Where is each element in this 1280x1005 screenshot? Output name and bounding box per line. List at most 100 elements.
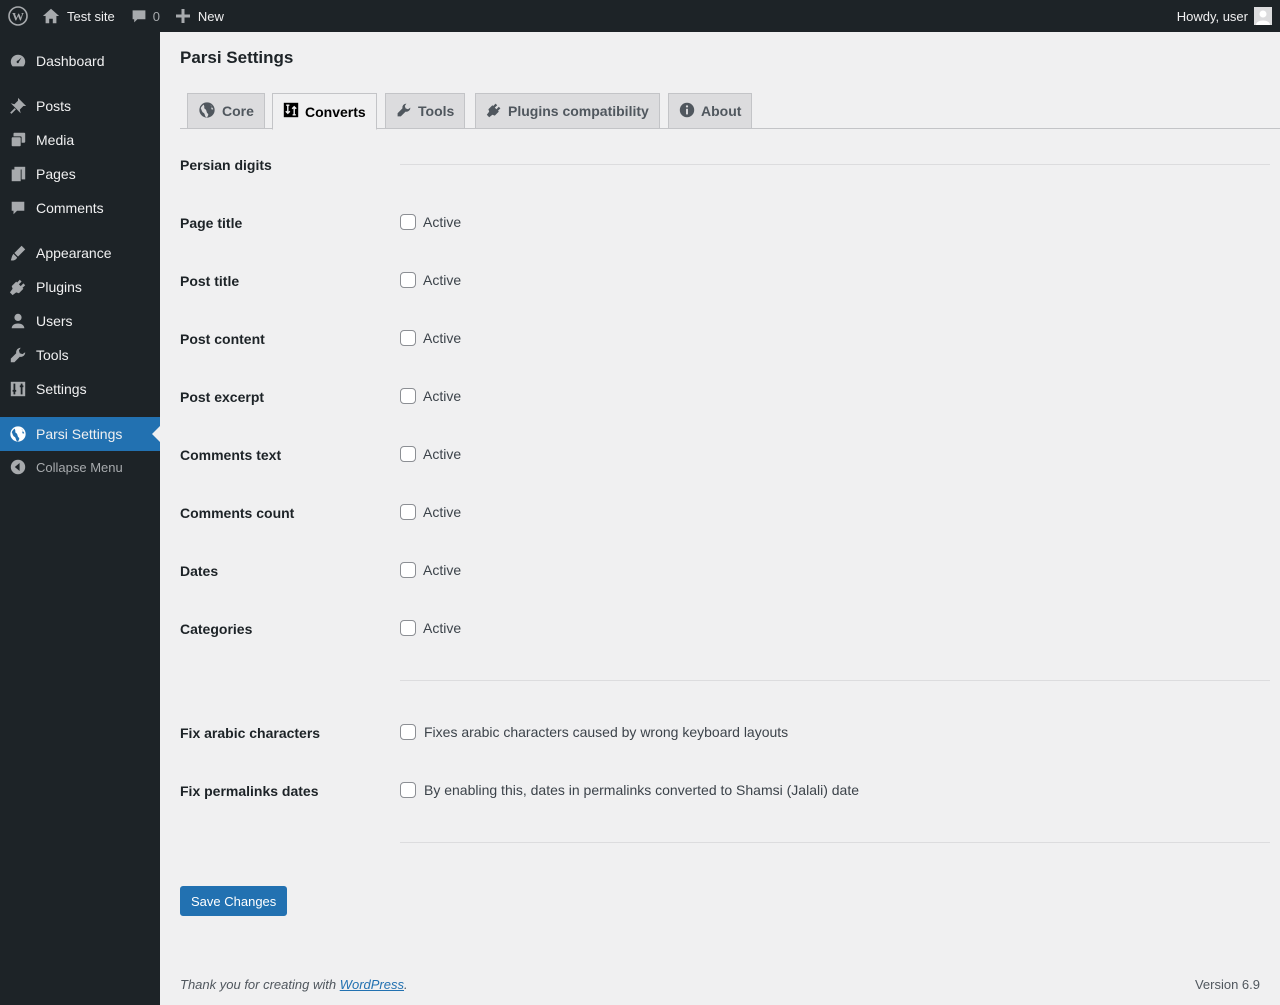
collapse-menu-label: Collapse Menu (36, 459, 123, 475)
wordpress-logo-menu[interactable]: W (0, 0, 36, 32)
comments-count-option[interactable]: Active (400, 504, 461, 520)
row-label: Page title (180, 215, 243, 231)
wordpress-logo-icon: W (8, 6, 28, 26)
fix-arabic-characters-option[interactable]: Fixes arabic characters caused by wrong … (400, 724, 788, 740)
page-title-option[interactable]: Active (400, 214, 461, 230)
avatar (1254, 7, 1272, 25)
globe-icon (0, 425, 36, 443)
sidebar-item-appearance[interactable]: Appearance (0, 236, 160, 270)
sort-icon (283, 102, 305, 121)
sidebar-item-label: Media (36, 132, 75, 148)
main-content: Parsi Settings Core Converts Tools Plugi… (160, 32, 1280, 1005)
option-label: Active (423, 214, 462, 230)
row-label: Dates (180, 563, 219, 579)
tab-about[interactable]: About (668, 93, 753, 129)
option-label: Active (423, 446, 462, 462)
post-content-option[interactable]: Active (400, 330, 461, 346)
comments-count: 0 (152, 8, 160, 24)
footer-thanks: Thank you for creating with WordPress. (180, 977, 408, 992)
comments-text-option[interactable]: Active (400, 446, 461, 462)
tab-plugins-compatibility[interactable]: Plugins compatibility (475, 93, 660, 129)
site-name-link[interactable]: Test site (36, 0, 123, 32)
footer-thanks-prefix: Thank you for creating with (180, 977, 340, 992)
post-content-checkbox[interactable] (400, 330, 416, 346)
tab-label: Tools (418, 103, 455, 119)
fix-permalinks-dates-option[interactable]: By enabling this, dates in permalinks co… (400, 782, 859, 798)
row-label: Post excerpt (180, 389, 265, 405)
page-title-checkbox[interactable] (400, 214, 416, 230)
post-excerpt-option[interactable]: Active (400, 388, 461, 404)
sidebar-item-parsi-settings[interactable]: Parsi Settings (0, 417, 160, 451)
dates-option[interactable]: Active (400, 562, 461, 578)
sidebar-item-label: Settings (36, 381, 87, 397)
my-account-menu[interactable]: Howdy, user (1169, 0, 1280, 32)
tab-label: Converts (305, 103, 366, 120)
fix-arabic-characters-checkbox[interactable] (400, 724, 416, 740)
sidebar-item-posts[interactable]: Posts (0, 89, 160, 123)
new-content-link[interactable]: New (168, 0, 232, 32)
option-label: Active (423, 272, 462, 288)
plug-icon (0, 278, 36, 296)
sidebar-item-label: Posts (36, 98, 72, 114)
tab-core[interactable]: Core (187, 93, 265, 129)
sidebar-item-pages[interactable]: Pages (0, 157, 160, 191)
post-title-option[interactable]: Active (400, 272, 461, 288)
tab-label: Plugins compatibility (508, 103, 649, 119)
brush-icon (0, 244, 36, 262)
sidebar-item-comments[interactable]: Comments (0, 191, 160, 225)
sidebar-item-users[interactable]: Users (0, 304, 160, 338)
sidebar-item-media[interactable]: Media (0, 123, 160, 157)
comment-icon (0, 199, 36, 217)
sidebar-item-dashboard[interactable]: Dashboard (0, 44, 160, 78)
new-label: New (197, 8, 224, 24)
option-label: Active (423, 504, 462, 520)
option-label: Active (423, 562, 462, 578)
categories-checkbox[interactable] (400, 620, 416, 636)
comments-text-checkbox[interactable] (400, 446, 416, 462)
media-icon (0, 131, 36, 149)
collapse-menu-button[interactable]: Collapse Menu (0, 450, 160, 484)
fix-permalinks-dates-checkbox[interactable] (400, 782, 416, 798)
comment-bubble-icon (131, 8, 147, 24)
categories-option[interactable]: Active (400, 620, 461, 636)
globe-icon (198, 101, 222, 122)
howdy-text: Howdy, user (1176, 8, 1248, 24)
post-title-checkbox[interactable] (400, 272, 416, 288)
row-label: Fix arabic characters (180, 725, 321, 741)
sidebar-item-label: Tools (36, 347, 69, 363)
comments-count-checkbox[interactable] (400, 504, 416, 520)
section-title: Persian digits (180, 157, 272, 173)
section-divider (400, 164, 1270, 165)
svg-text:W: W (12, 10, 24, 24)
plug-icon (486, 102, 508, 121)
pages-icon (0, 165, 36, 183)
sidebar-item-settings[interactable]: Settings (0, 372, 160, 406)
comments-link[interactable]: 0 (123, 0, 168, 32)
sidebar-item-label: Dashboard (36, 53, 105, 69)
row-label: Comments text (180, 447, 282, 463)
user-icon (0, 312, 36, 330)
post-excerpt-checkbox[interactable] (400, 388, 416, 404)
sidebar-item-label: Users (36, 313, 73, 329)
row-label: Comments count (180, 505, 295, 521)
dates-checkbox[interactable] (400, 562, 416, 578)
tab-tools[interactable]: Tools (385, 93, 466, 129)
section-divider (400, 842, 1270, 843)
tab-converts[interactable]: Converts (272, 93, 377, 130)
option-label: Active (423, 330, 462, 346)
option-label: Fixes arabic characters caused by wrong … (424, 724, 789, 740)
admin-bar: W Test site 0 New Howdy, user (0, 0, 1280, 32)
sidebar-item-label: Parsi Settings (36, 426, 123, 442)
sidebar-item-plugins[interactable]: Plugins (0, 270, 160, 304)
row-label: Categories (180, 621, 253, 637)
pin-icon (0, 97, 36, 115)
row-label: Post title (180, 273, 240, 289)
save-changes-button[interactable]: Save Changes (180, 886, 288, 916)
sidebar-item-label: Comments (36, 200, 104, 216)
tab-label: About (701, 103, 742, 119)
row-label: Post content (180, 331, 265, 347)
sidebar-item-tools[interactable]: Tools (0, 338, 160, 372)
wordpress-link[interactable]: WordPress (340, 977, 404, 992)
footer-version: Version 6.9 (1194, 977, 1260, 992)
admin-sidebar: Dashboard Posts Media Pages Comments App… (0, 32, 160, 1005)
